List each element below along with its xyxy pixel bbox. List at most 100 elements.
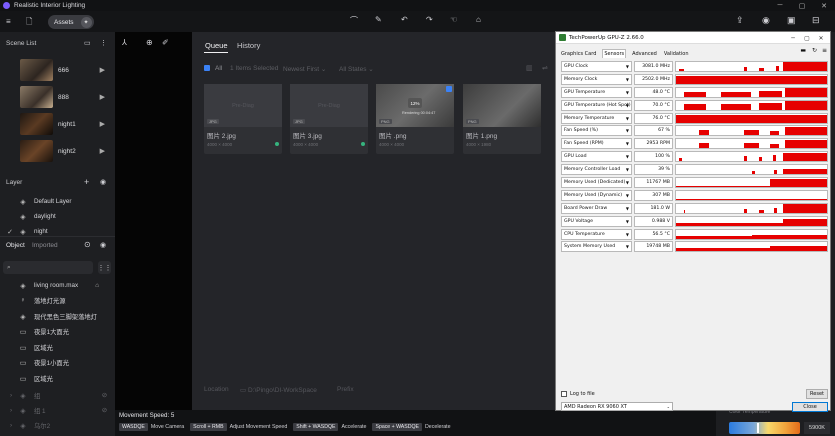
color-temperature-slider[interactable] bbox=[729, 422, 800, 434]
scene-camera-icon[interactable]: ▶ bbox=[100, 93, 105, 101]
queue-card[interactable]: Pre-Diag JPG 图片 3.jpg 4000 × 4000 bbox=[290, 84, 368, 154]
sensor-name-dropdown[interactable]: Fan Speed (%) ▼ bbox=[561, 125, 632, 137]
camera-icon[interactable]: ▬ bbox=[800, 47, 806, 54]
tab-advanced[interactable]: Advanced bbox=[631, 50, 658, 58]
minimize-icon[interactable]: ─ bbox=[786, 32, 800, 44]
select-all-checkbox[interactable] bbox=[204, 65, 210, 71]
object-item[interactable]: ▭ 区域光 bbox=[18, 371, 53, 386]
object-item[interactable]: ◈ living room.max ⌂ bbox=[18, 278, 113, 293]
scene-camera-icon[interactable]: ▶ bbox=[100, 147, 105, 155]
object-item[interactable]: ▭ 夜景1小面光 bbox=[18, 355, 69, 370]
eyedropper-icon[interactable]: ✐ bbox=[162, 38, 169, 47]
inbox-icon[interactable]: ⊟ bbox=[812, 15, 820, 26]
expand-icon[interactable]: › bbox=[10, 407, 18, 414]
sensor-name-dropdown[interactable]: GPU Load ▼ bbox=[561, 151, 632, 163]
delete-icon[interactable]: ▥ bbox=[526, 64, 533, 72]
pin-icon[interactable]: ✦ bbox=[80, 16, 92, 28]
expand-icon[interactable]: › bbox=[10, 422, 18, 429]
maximize-icon[interactable]: ▢ bbox=[800, 32, 814, 44]
object-item[interactable]: ◈ 现代黑色三脚架落地灯 bbox=[18, 309, 97, 324]
grid-icon[interactable]: ⋮⋮ bbox=[98, 261, 112, 274]
sensor-name-dropdown[interactable]: Memory Controller Load ▼ bbox=[561, 164, 632, 176]
hidden-icon[interactable]: ⊘ bbox=[102, 392, 107, 399]
status-dropdown[interactable]: All States ⌄ bbox=[339, 65, 374, 73]
sensor-name-dropdown[interactable]: Memory Temperature ▼ bbox=[561, 112, 632, 124]
assets-button[interactable]: Assets ✦ bbox=[48, 15, 94, 29]
card-checkbox[interactable] bbox=[446, 86, 452, 92]
screen-icon[interactable]: ▭ bbox=[84, 39, 91, 47]
more-icon[interactable]: ⋮ bbox=[100, 39, 107, 47]
expand-icon[interactable]: › bbox=[10, 392, 18, 399]
object-item[interactable]: ♀ 落地灯光源 bbox=[18, 293, 65, 308]
sort-dropdown[interactable]: Newest First ⌄ bbox=[283, 65, 326, 73]
close-button[interactable]: Close bbox=[792, 401, 828, 412]
camera-icon[interactable]: ◉ bbox=[762, 15, 770, 26]
tab-object[interactable]: Object bbox=[6, 242, 25, 249]
sensor-name-dropdown[interactable]: Memory Used (Dedicated) ▼ bbox=[561, 176, 632, 188]
menu-icon[interactable]: ≡ bbox=[822, 47, 827, 54]
sensor-name-dropdown[interactable]: Memory Clock ▼ bbox=[561, 73, 632, 85]
menu-icon[interactable]: ≡ bbox=[6, 17, 11, 26]
visibility-icon[interactable]: ◉ bbox=[100, 178, 106, 186]
scene-item[interactable]: night1 ▶ bbox=[20, 113, 115, 135]
export-icon[interactable]: ⇪ bbox=[736, 15, 744, 26]
search-input[interactable]: ⌕ bbox=[3, 261, 93, 274]
reset-button[interactable]: Reset bbox=[806, 389, 828, 399]
hidden-icon[interactable]: ⊘ bbox=[102, 407, 107, 414]
pencil-icon[interactable]: ✎ bbox=[375, 15, 382, 24]
undo-icon[interactable]: ↶ bbox=[401, 15, 408, 24]
maximize-icon[interactable]: ▢ bbox=[791, 0, 813, 11]
log-to-file-checkbox[interactable] bbox=[561, 391, 567, 397]
layer-item[interactable]: ◈ daylight bbox=[18, 209, 55, 224]
sensor-name-dropdown[interactable]: GPU Clock ▼ bbox=[561, 60, 632, 72]
queue-card-rendering[interactable]: 12% Rendering 00:04:47 PNG 图片 .png 4000 … bbox=[376, 84, 454, 154]
settings-icon[interactable]: ⇌ bbox=[542, 64, 548, 72]
axis-icon[interactable]: ⅄ bbox=[122, 38, 127, 47]
scene-camera-icon[interactable]: ▶ bbox=[100, 120, 105, 128]
redo-icon[interactable]: ↷ bbox=[426, 15, 433, 24]
file-icon[interactable]: 🗋 bbox=[26, 16, 32, 30]
group-item[interactable]: › ◈ 组 ⊘ bbox=[10, 388, 110, 403]
tab-queue[interactable]: Queue bbox=[205, 41, 228, 50]
close-icon[interactable]: ✕ bbox=[814, 32, 828, 44]
object-item[interactable]: ▭ 夜景1大面光 bbox=[18, 324, 69, 339]
object-item[interactable]: ▭ 区域光 bbox=[18, 340, 53, 355]
lock-icon[interactable]: ⌂ bbox=[95, 282, 99, 289]
tab-history[interactable]: History bbox=[237, 41, 260, 50]
hand-icon[interactable]: ☜ bbox=[450, 15, 457, 24]
orbit-icon[interactable]: ⌒ bbox=[350, 15, 358, 26]
queue-card[interactable]: PNG 图片 1.png 4000 × 1980 bbox=[463, 84, 541, 154]
sensor-name-dropdown[interactable]: CPU Temperature ▼ bbox=[561, 228, 632, 240]
tab-graphics-card[interactable]: Graphics Card bbox=[560, 50, 597, 58]
refresh-icon[interactable]: ↻ bbox=[812, 47, 817, 54]
scene-item[interactable]: 666 ▶ bbox=[20, 59, 115, 81]
queue-card[interactable]: Pre-Diag JPG 图片 2.jpg 4000 × 4000 bbox=[204, 84, 282, 154]
tab-imported[interactable]: Imported bbox=[32, 242, 58, 249]
layer-item[interactable]: ◈ Default Layer bbox=[18, 194, 71, 209]
close-icon[interactable]: ✕ bbox=[813, 0, 835, 11]
video-icon[interactable]: ▣ bbox=[787, 15, 796, 26]
scene-item[interactable]: 888 ▶ bbox=[20, 86, 115, 108]
slider-handle[interactable] bbox=[757, 423, 759, 433]
tab-sensors[interactable]: Sensors bbox=[602, 49, 627, 58]
link-icon[interactable]: ⊙ bbox=[84, 240, 91, 249]
sensor-name-dropdown[interactable]: Memory Used (Dynamic) ▼ bbox=[561, 189, 632, 201]
scene-camera-icon[interactable]: ▶ bbox=[100, 66, 105, 74]
sensor-name-dropdown[interactable]: Board Power Draw ▼ bbox=[561, 202, 632, 214]
add-layer-icon[interactable]: + bbox=[84, 177, 89, 187]
sensor-name-dropdown[interactable]: GPU Temperature ▼ bbox=[561, 86, 632, 98]
device-select[interactable]: AMD Radeon RX 9060 XT ⌄ bbox=[561, 402, 673, 411]
globe-icon[interactable]: ⊕ bbox=[146, 38, 153, 47]
visibility-icon[interactable]: ◉ bbox=[100, 241, 106, 249]
sensor-name-dropdown[interactable]: GPU Voltage ▼ bbox=[561, 215, 632, 227]
shape-icon[interactable]: ⌂ bbox=[476, 15, 481, 24]
scene-item[interactable]: night2 ▶ bbox=[20, 140, 115, 162]
minimize-icon[interactable]: ─ bbox=[769, 0, 791, 11]
color-temp-value[interactable]: 5900K bbox=[804, 422, 830, 434]
group-item[interactable]: › ◈ 乌尔2 bbox=[10, 418, 110, 433]
sensor-name-dropdown[interactable]: Fan Speed (RPM) ▼ bbox=[561, 138, 632, 150]
sensor-name-dropdown[interactable]: GPU Temperature (Hot Spot) ▼ bbox=[561, 99, 632, 111]
tab-validation[interactable]: Validation bbox=[663, 50, 690, 58]
3d-viewport[interactable] bbox=[115, 32, 192, 410]
sensor-name-dropdown[interactable]: System Memory Used ▼ bbox=[561, 241, 632, 253]
